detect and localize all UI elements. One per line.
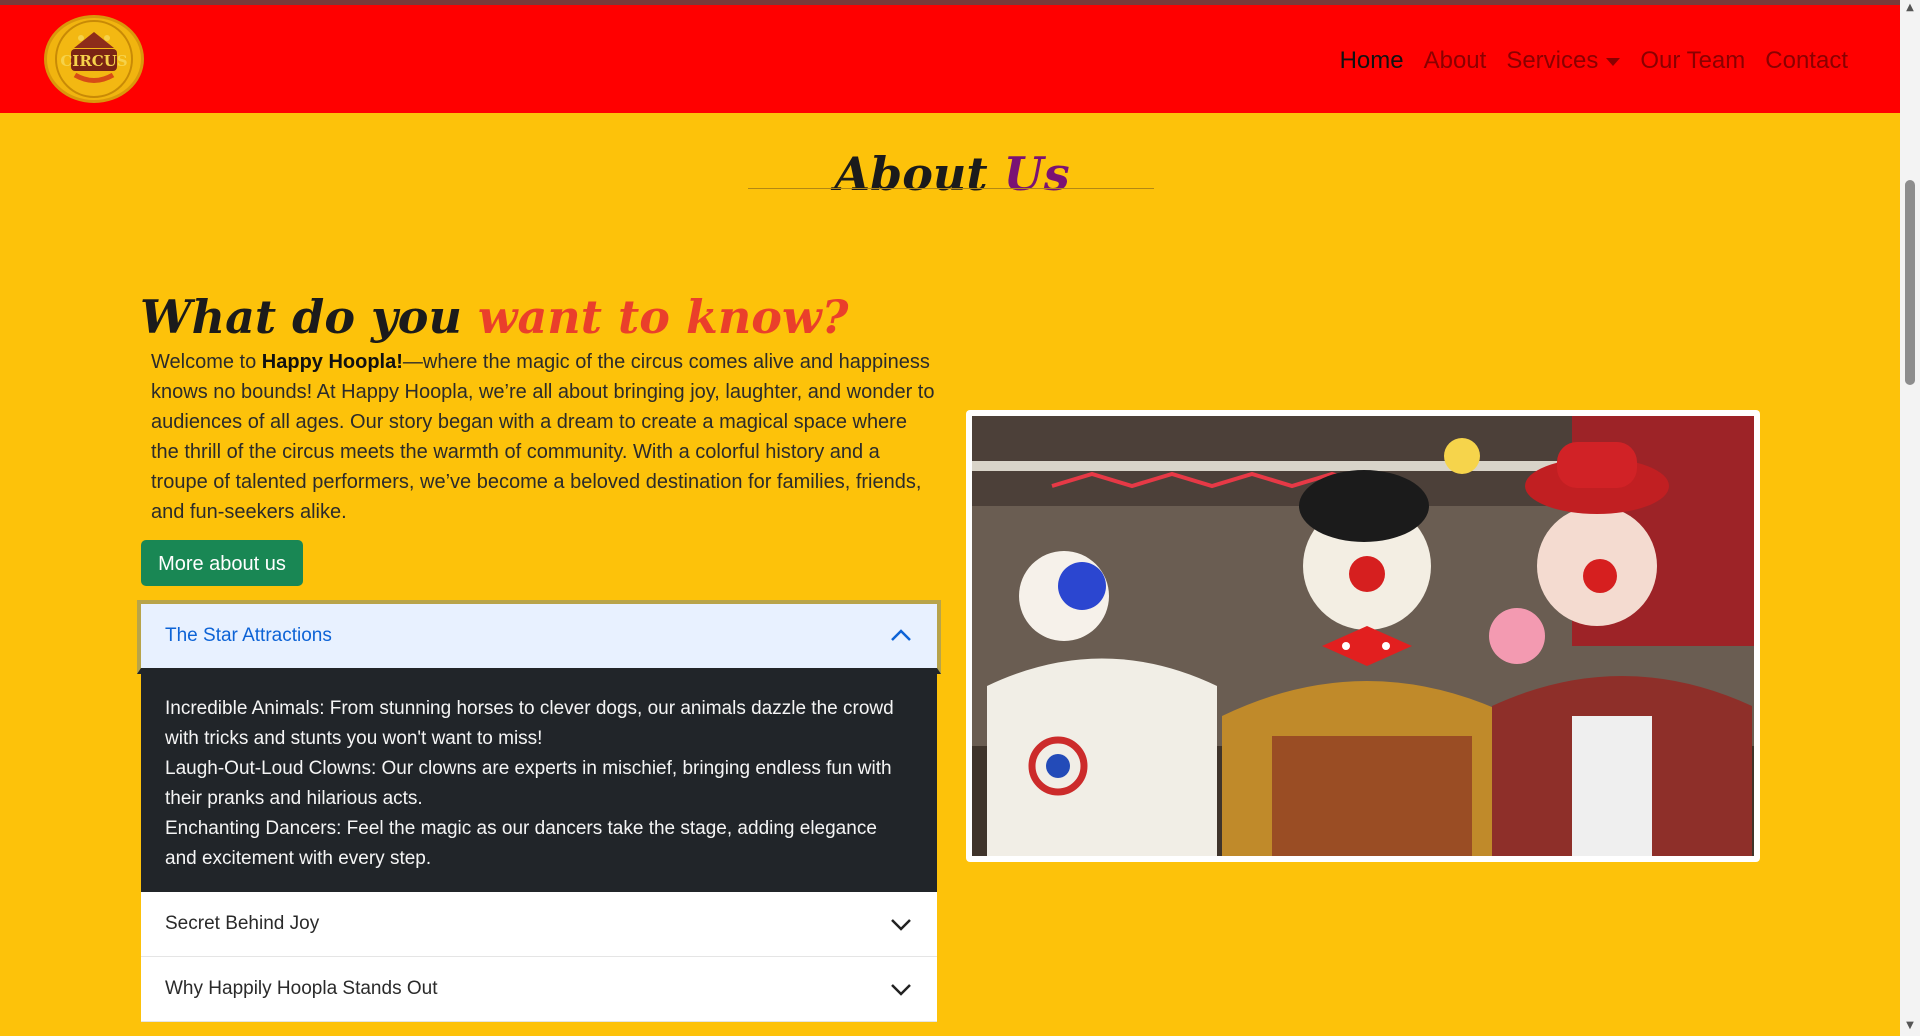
nav-services-label: Services: [1506, 47, 1599, 74]
about-title-main: About: [834, 146, 988, 201]
chevron-up-icon: [891, 629, 911, 641]
title-divider: [748, 188, 1154, 189]
scrollbar-thumb[interactable]: [1905, 180, 1915, 385]
attraction-dancers: Enchanting Dancers: Feel the magic as ou…: [165, 818, 877, 869]
accordion-label: Secret Behind Joy: [165, 913, 320, 934]
nav-contact[interactable]: Contact: [1765, 47, 1848, 75]
nav-about[interactable]: About: [1424, 47, 1487, 75]
section-heading: What do you want to know?: [140, 290, 849, 344]
clowns-photo: [972, 416, 1754, 856]
nav-home[interactable]: Home: [1340, 47, 1404, 75]
circus-logo[interactable]: CIRCUS: [44, 15, 144, 103]
intro-after: —where the magic of the circus comes ali…: [151, 351, 935, 523]
accordion-header-secret-behind-joy[interactable]: Secret Behind Joy: [141, 892, 937, 957]
accordion-body-star-attractions: Incredible Animals: From stunning horses…: [141, 674, 937, 892]
about-title-accent: Us: [1003, 146, 1070, 201]
accordion-header-why-stands-out[interactable]: Why Happily Hoopla Stands Out: [141, 957, 937, 1022]
navbar: CIRCUS Home About Services Our Team Cont…: [0, 5, 1900, 113]
clowns-photo-frame: [966, 410, 1760, 862]
circus-logo-art: CIRCUS: [55, 20, 133, 98]
brand-name: Happy Hoopla!: [261, 351, 403, 373]
attraction-clowns: Laugh-Out-Loud Clowns: Our clowns are ex…: [165, 758, 892, 809]
chevron-down-icon: [891, 984, 911, 996]
accordion-header-star-attractions[interactable]: The Star Attractions: [137, 600, 941, 674]
main-nav: Home About Services Our Team Contact: [1340, 47, 1848, 75]
nav-our-team[interactable]: Our Team: [1640, 47, 1745, 75]
nav-services[interactable]: Services: [1506, 47, 1621, 75]
chevron-down-icon: [891, 919, 911, 931]
circus-logo-text: CIRCUS: [60, 52, 127, 70]
about-title: About Us: [748, 147, 1156, 201]
accordion-label: Why Happily Hoopla Stands Out: [165, 978, 438, 999]
scroll-down-icon[interactable]: ▼: [1900, 1020, 1920, 1034]
accordion-label: The Star Attractions: [165, 625, 332, 646]
intro-paragraph: Welcome to Happy Hoopla!—where the magic…: [151, 347, 937, 527]
intro-before: Welcome to: [151, 351, 262, 373]
section-heading-accent: want to know?: [477, 290, 849, 345]
section-heading-main: What do you: [140, 290, 462, 345]
page-scrollbar[interactable]: ▲ ▼: [1900, 0, 1920, 1036]
more-about-us-button[interactable]: More about us: [141, 540, 303, 586]
faq-accordion: The Star Attractions Incredible Animals:…: [137, 600, 941, 1022]
scroll-up-icon[interactable]: ▲: [1900, 2, 1920, 16]
chevron-down-icon: [1606, 57, 1621, 66]
attraction-animals: Incredible Animals: From stunning horses…: [165, 698, 894, 749]
